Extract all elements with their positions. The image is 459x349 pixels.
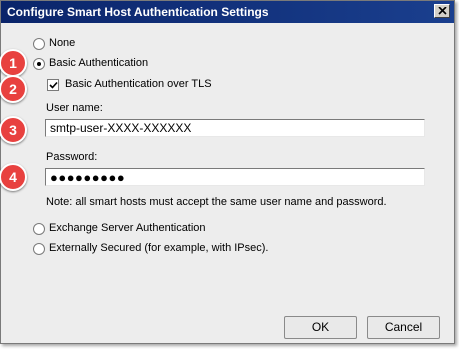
dialog-window: Configure Smart Host Authentication Sett… — [0, 0, 455, 344]
radio-externally-secured[interactable] — [33, 243, 45, 255]
radio-exchange-server-authentication[interactable] — [33, 223, 45, 235]
username-label: User name: — [46, 102, 103, 114]
checkbox-basic-over-tls[interactable] — [47, 79, 59, 91]
ok-button[interactable]: OK — [284, 316, 357, 339]
window-title: Configure Smart Host Authentication Sett… — [7, 5, 269, 19]
checkmark-icon — [49, 81, 58, 89]
note-text: Note: all smart hosts must accept the sa… — [46, 196, 387, 208]
close-button[interactable] — [434, 4, 450, 18]
close-icon — [438, 7, 447, 15]
radio-none[interactable] — [33, 38, 45, 50]
title-bar[interactable]: Configure Smart Host Authentication Sett… — [1, 1, 454, 23]
radio-none-label: None — [49, 37, 76, 49]
step-badge-1: 1 — [0, 49, 27, 77]
password-input[interactable]: ●●●●●●●●● — [45, 168, 425, 186]
password-label: Password: — [46, 151, 98, 163]
radio-exchange-server-authentication-label: Exchange Server Authentication — [49, 222, 206, 234]
radio-basic-authentication-label: Basic Authentication — [49, 57, 149, 69]
radio-basic-authentication[interactable] — [33, 58, 45, 70]
step-badge-4: 4 — [0, 163, 27, 191]
step-badge-3: 3 — [0, 116, 27, 144]
step-badge-2: 2 — [0, 75, 27, 103]
cancel-button[interactable]: Cancel — [367, 316, 440, 339]
radio-externally-secured-label: Externally Secured (for example, with IP… — [49, 242, 269, 254]
username-input[interactable]: smtp-user-XXXX-XXXXXX — [45, 119, 425, 137]
checkbox-basic-over-tls-label: Basic Authentication over TLS — [65, 78, 212, 90]
